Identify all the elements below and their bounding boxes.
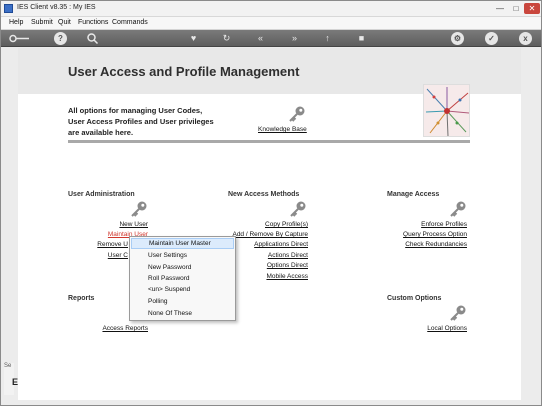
menu-functions[interactable]: Functions xyxy=(78,19,108,26)
menu-item-maintain-user-master[interactable]: Maintain User Master xyxy=(131,238,234,249)
reports-heading: Reports xyxy=(68,295,95,302)
menu-item-none-of-these[interactable]: None Of These xyxy=(131,308,234,319)
rewind-icon[interactable]: « xyxy=(254,32,267,45)
window-title: IES Client v8.35 : My IES xyxy=(17,4,96,11)
menu-help[interactable]: Help xyxy=(9,19,23,26)
key-icon[interactable] xyxy=(289,200,307,218)
intro-line: User Access Profiles and User privileges xyxy=(68,117,214,126)
intro-line: are available here. xyxy=(68,128,134,137)
key-icon[interactable] xyxy=(130,200,148,218)
access-reports-link[interactable]: Access Reports xyxy=(102,325,148,332)
check-redundancies-link[interactable]: Check Redundancies xyxy=(405,241,467,248)
key-icon[interactable] xyxy=(288,105,306,123)
header-image xyxy=(423,84,470,137)
menu-bar: Help Submit Quit Functions Commands xyxy=(1,17,541,30)
query-process-option-link[interactable]: Query Process Option xyxy=(403,231,467,238)
menu-item-new-password[interactable]: New Password xyxy=(131,262,234,273)
context-menu: Maintain User Master User Settings New P… xyxy=(129,236,236,321)
menu-quit[interactable]: Quit xyxy=(58,19,71,26)
upload-icon[interactable]: ↑ xyxy=(321,32,334,45)
app-icon xyxy=(4,4,13,13)
help-icon[interactable]: ? xyxy=(54,32,67,45)
local-options-link[interactable]: Local Options xyxy=(427,325,467,332)
key-icon[interactable] xyxy=(449,304,467,322)
gear-icon[interactable]: ⚙ xyxy=(451,32,464,45)
maximize-button[interactable]: □ xyxy=(508,3,524,14)
check-icon[interactable]: ✓ xyxy=(485,32,498,45)
custom-options-heading: Custom Options xyxy=(387,295,442,302)
new-user-link[interactable]: New User xyxy=(119,221,148,228)
stop-icon[interactable]: ■ xyxy=(355,32,368,45)
knowledge-base-link[interactable]: Knowledge Base xyxy=(258,126,307,133)
window-close-button[interactable]: ✕ xyxy=(524,3,540,14)
remove-user-link[interactable]: Remove U xyxy=(97,241,128,248)
user-c-link[interactable]: User C xyxy=(108,252,128,259)
menu-item-roll-password[interactable]: Roll Password xyxy=(131,273,234,284)
copy-profiles-link[interactable]: Copy Profile(s) xyxy=(265,221,308,228)
user-admin-heading: User Administration xyxy=(68,191,135,198)
menu-item-polling[interactable]: Polling xyxy=(131,296,234,307)
menu-submit[interactable]: Submit xyxy=(31,19,53,26)
header-divider xyxy=(68,140,470,143)
heart-icon[interactable]: ♥ xyxy=(187,32,200,45)
enforce-profiles-link[interactable]: Enforce Profiles xyxy=(421,221,467,228)
title-bar: IES Client v8.35 : My IES — □ ✕ xyxy=(1,1,541,17)
intro-line: All options for managing User Codes, xyxy=(68,106,203,115)
intro-text: All options for managing User Codes, Use… xyxy=(68,105,238,138)
refresh-icon[interactable]: ↻ xyxy=(220,32,233,45)
minimize-button[interactable]: — xyxy=(492,3,508,14)
app-window: IES Client v8.35 : My IES — □ ✕ Help Sub… xyxy=(0,0,542,406)
actions-direct-link[interactable]: Actions Direct xyxy=(268,252,308,259)
options-direct-link[interactable]: Options Direct xyxy=(267,262,308,269)
page-title: User Access and Profile Management xyxy=(68,64,300,79)
main-content: User Access and Profile Management All o… xyxy=(18,48,521,400)
key-icon[interactable] xyxy=(449,200,467,218)
applications-direct-link[interactable]: Applications Direct xyxy=(254,241,308,248)
new-access-heading: New Access Methods xyxy=(228,191,300,198)
fast-forward-icon[interactable]: » xyxy=(288,32,301,45)
close-icon[interactable]: x xyxy=(519,32,532,45)
add-remove-capture-link[interactable]: Add / Remove By Capture xyxy=(232,231,308,238)
manage-access-heading: Manage Access xyxy=(387,191,440,198)
menu-commands[interactable]: Commands xyxy=(112,19,148,26)
menu-item-user-settings[interactable]: User Settings xyxy=(131,250,234,261)
search-icon[interactable] xyxy=(86,32,99,45)
key-icon[interactable] xyxy=(9,32,31,45)
toolbar: ? ♥ ↻ « » ↑ ■ ⚙ ✓ x xyxy=(1,30,541,47)
edge-letter: E xyxy=(12,377,19,387)
menu-item-suspend[interactable]: <un> Suspend xyxy=(131,284,234,295)
mobile-access-link[interactable]: Mobile Access xyxy=(266,273,308,280)
